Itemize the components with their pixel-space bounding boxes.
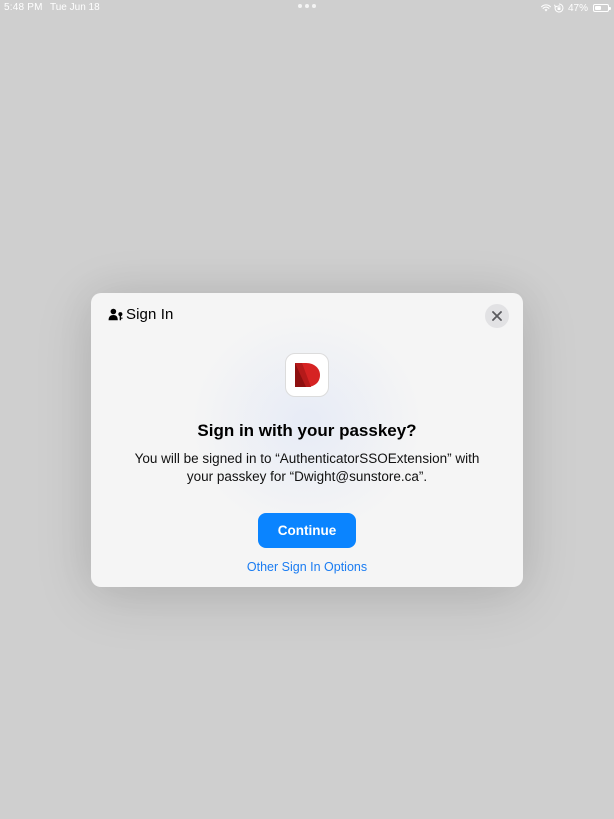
close-icon: [492, 311, 502, 321]
close-button[interactable]: [485, 304, 509, 328]
app-icon: [285, 353, 329, 397]
multitasking-dots-icon[interactable]: [298, 4, 316, 10]
other-sign-in-options-link[interactable]: Other Sign In Options: [91, 560, 523, 574]
status-bar: 5:48 PM Tue Jun 18 47%: [0, 0, 614, 16]
dialog-headline: Sign in with your passkey?: [197, 421, 417, 440]
status-date: Tue Jun 18: [50, 2, 100, 13]
dialog-header: Sign In: [108, 306, 173, 323]
continue-button[interactable]: Continue: [258, 513, 356, 548]
wifi-icon: [541, 4, 551, 12]
rotation-lock-icon: [554, 3, 564, 13]
battery-level-fill: [595, 6, 601, 10]
status-indicators: 47%: [541, 1, 611, 15]
battery-icon: [593, 4, 611, 12]
app-logo-icon: [295, 363, 320, 387]
dialog-title: Sign In: [126, 306, 174, 323]
sign-in-dialog: Sign In Sign in with your passkey? You w…: [91, 293, 523, 587]
status-time: 5:48 PM: [4, 2, 43, 13]
person-key-icon: [108, 308, 123, 320]
battery-percentage: 47%: [567, 2, 588, 14]
dialog-message: You will be signed in to “AuthenticatorS…: [134, 451, 480, 484]
